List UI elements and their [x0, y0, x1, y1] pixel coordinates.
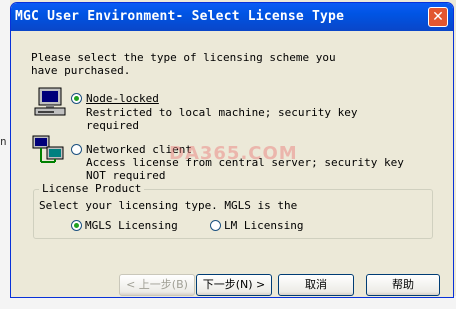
node-locked-desc-1: Restricted to local machine; security ke…: [86, 106, 358, 119]
network-computer-icon: [31, 135, 65, 165]
intro-line-1: Please select the type of licensing sche…: [31, 51, 336, 64]
back-button[interactable]: < 上一步(B): [119, 274, 195, 296]
mgls-licensing-radio[interactable]: [71, 220, 82, 231]
license-product-legend: License Product: [39, 182, 145, 195]
window-title: MGC User Environment- Select License Typ…: [15, 9, 345, 24]
background-stray-text: n: [0, 135, 7, 148]
help-button[interactable]: 帮助: [366, 274, 440, 296]
networked-client-desc-2: NOT required: [86, 169, 166, 182]
node-locked-label[interactable]: Node-locked: [86, 92, 159, 105]
select-license-dialog: MGC User Environment- Select License Typ…: [10, 2, 454, 298]
lm-licensing-radio[interactable]: [210, 220, 221, 231]
intro-line-2: have purchased.: [31, 64, 131, 77]
mgls-licensing-label[interactable]: MGLS Licensing: [85, 219, 178, 232]
watermark: DA365.COM: [169, 143, 298, 164]
close-button[interactable]: ✕: [428, 7, 448, 27]
networked-client-radio[interactable]: [71, 144, 82, 155]
lm-licensing-label[interactable]: LM Licensing: [224, 219, 303, 232]
computer-icon: [33, 87, 67, 117]
license-product-prompt: Select your licensing type. MGLS is the: [39, 199, 298, 212]
cancel-button[interactable]: 取消: [278, 274, 354, 296]
background-left: [0, 0, 10, 309]
next-button[interactable]: 下一步(N) >: [196, 274, 272, 296]
node-locked-radio[interactable]: [71, 93, 82, 104]
title-bar[interactable]: MGC User Environment- Select License Typ…: [11, 3, 453, 31]
node-locked-desc-2: required: [86, 119, 139, 132]
